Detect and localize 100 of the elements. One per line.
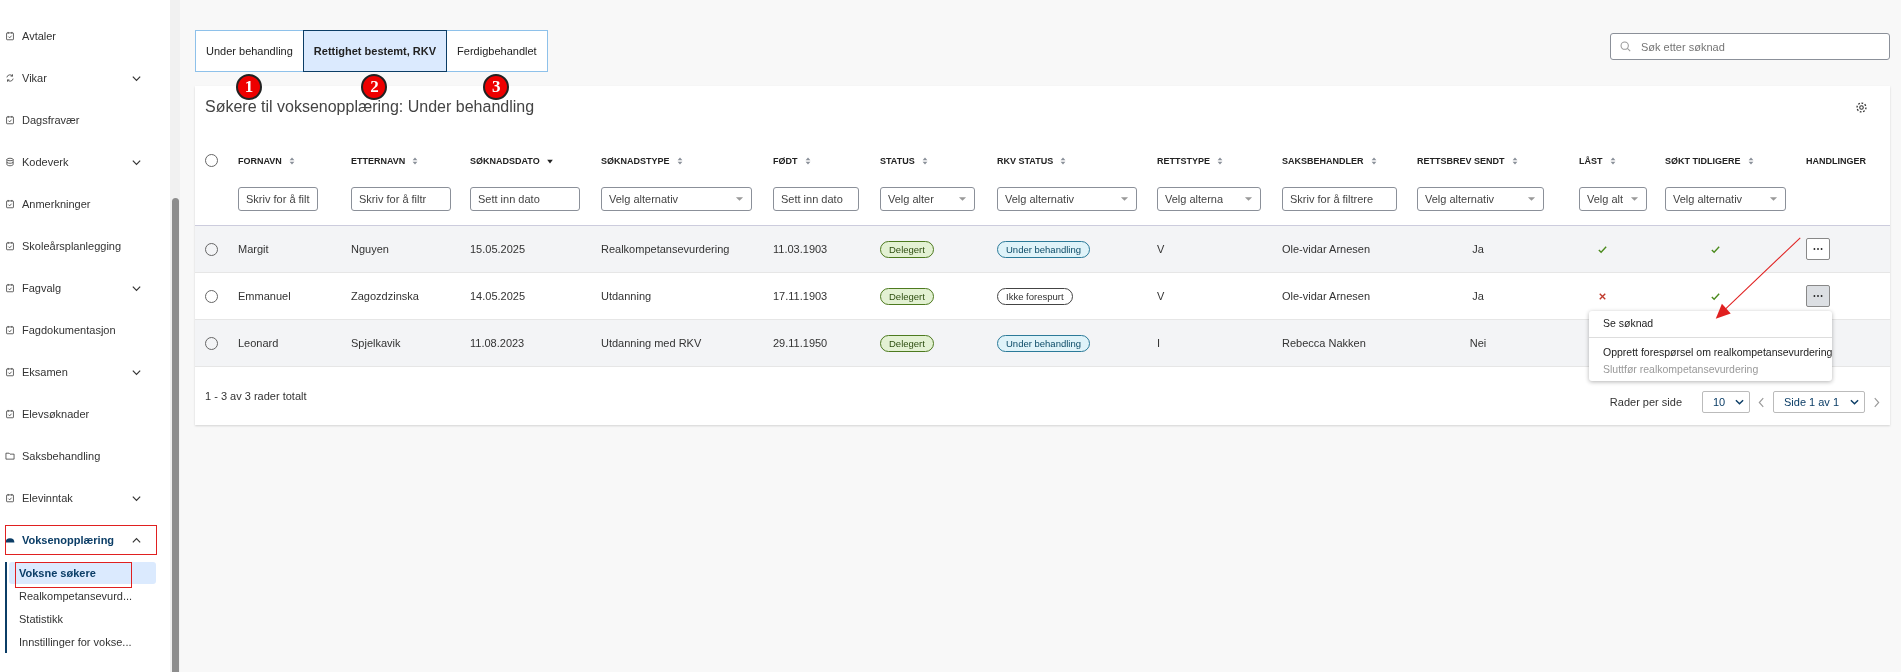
sort-icon[interactable]	[411, 156, 420, 166]
status-badge: Delegert	[880, 240, 934, 258]
dropdown-icon	[1244, 196, 1253, 202]
filter-field[interactable]: Skriv for å filtr	[351, 187, 451, 211]
nav-item[interactable]: Skoleårsplanlegging	[0, 225, 170, 267]
dropdown-icon	[1527, 196, 1536, 202]
column-header: SAKSBEHANDLER	[1282, 156, 1364, 166]
column-header: SØKT TIDLIGERE	[1665, 156, 1741, 166]
column-header: RETTSBREV SENDT	[1417, 156, 1505, 166]
filter-dropdown[interactable]: Velg alter	[880, 187, 975, 211]
table-title: Søkere til voksenopplæring: Under behandling	[205, 98, 535, 116]
nav-item[interactable]: Fagdokumentasjon	[0, 309, 170, 351]
sort-icon[interactable]	[1608, 156, 1617, 166]
table-cell: Ja	[1472, 243, 1484, 255]
sort-icon[interactable]	[675, 156, 684, 166]
more-icon	[1813, 247, 1823, 251]
nav-item[interactable]: Saksbehandling	[0, 435, 170, 477]
filter-dropdown[interactable]: Velg alternativ	[601, 187, 752, 211]
sort-icon[interactable]	[1369, 156, 1378, 166]
table-cell: Realkompetansevurdering	[601, 243, 730, 255]
step-marker: 3	[483, 74, 510, 100]
rows-per-page-select[interactable]: 10	[1702, 391, 1750, 413]
menu-item[interactable]: Se søknad	[1589, 313, 1832, 333]
table-cell: 29.11.1950	[773, 337, 828, 349]
next-page-icon[interactable]	[1873, 396, 1880, 408]
column-header: RKV STATUS	[997, 156, 1054, 166]
sort-icon[interactable]	[920, 156, 929, 166]
more-button[interactable]	[1806, 238, 1830, 260]
filter-dropdown[interactable]: Velg alterna	[1157, 187, 1261, 211]
table-cell: 11.08.2023	[470, 337, 525, 349]
column-header: SØKNADSDATO	[470, 156, 540, 166]
dropdown-icon	[1769, 196, 1778, 202]
nav-item[interactable]: Vikar	[0, 57, 170, 99]
status-badge: Ikke forespurt	[997, 287, 1073, 305]
table-cell: Ja	[1472, 290, 1484, 302]
sort-icon[interactable]	[287, 156, 296, 166]
column-header: STATUS	[880, 156, 915, 166]
status-badge: Under behandling	[997, 240, 1090, 258]
sort-icon[interactable]	[803, 156, 812, 166]
sort-icon[interactable]	[1216, 156, 1224, 166]
nav-item[interactable]: Voksenopplæring	[0, 519, 170, 561]
column-header: SØKNADSTYPE	[601, 156, 670, 166]
tab[interactable]: Under behandling	[195, 30, 304, 72]
nav-item[interactable]: Dagsfravær	[0, 99, 170, 141]
nav-item[interactable]: Anmerkninger	[0, 183, 170, 225]
filter-field[interactable]: Sett inn dato	[470, 187, 580, 211]
dropdown-icon	[1630, 196, 1639, 202]
filter-dropdown[interactable]: Velg alt	[1579, 187, 1647, 211]
refresh-icon	[5, 73, 15, 83]
nav-subitem[interactable]: Statistikk	[9, 608, 156, 630]
chevron-down-icon	[1735, 399, 1744, 405]
previous-page-icon[interactable]	[1758, 396, 1765, 408]
table-cell: Utdanning	[601, 290, 652, 302]
more-icon	[1813, 294, 1823, 298]
column-header: LÅST	[1579, 156, 1603, 166]
filter-field[interactable]: Sett inn dato	[773, 187, 859, 211]
table-cell: V	[1157, 243, 1165, 255]
calendar-icon	[5, 31, 15, 41]
table-cell: 15.05.2025	[470, 243, 526, 255]
table-cell: 11.03.1903	[773, 243, 828, 255]
filter-field[interactable]: Skriv for å filt	[238, 187, 318, 211]
filter-dropdown[interactable]: Velg alternativ	[1417, 187, 1544, 211]
table-cell: V	[1157, 290, 1165, 302]
chevron-down-icon	[1850, 399, 1859, 405]
table-cell: Utdanning med RKV	[601, 337, 702, 349]
filter-field[interactable]: Skriv for å filtrere	[1282, 187, 1397, 211]
filter-dropdown[interactable]: Velg alternativ	[997, 187, 1137, 211]
sort-icon[interactable]	[1059, 156, 1068, 166]
table-cell: Spjelkavik	[351, 337, 401, 349]
step-marker: 2	[361, 74, 388, 100]
nav-item[interactable]: Eksamen	[0, 351, 170, 393]
search-field[interactable]: Søk etter søknad	[1610, 33, 1890, 60]
sort-icon[interactable]	[1746, 156, 1755, 166]
column-header: HANDLINGER	[1806, 156, 1866, 166]
table-cell: 17.11.1903	[773, 290, 828, 302]
table-cell: 14.05.2025	[470, 290, 526, 302]
dropdown-icon	[1120, 196, 1129, 202]
column-header: FORNAVN	[238, 156, 282, 166]
nav-item[interactable]: Fagvalg	[0, 267, 170, 309]
nav-subitem[interactable]: Realkompetansevurd...	[9, 585, 156, 607]
search-icon	[1619, 40, 1632, 53]
nav-item[interactable]: Elevsøknader	[0, 393, 170, 435]
nav-subitem[interactable]: Voksne søkere	[9, 562, 156, 584]
scrollbar-thumb[interactable]	[172, 198, 179, 672]
tab[interactable]: Rettighet bestemt, RKV	[302, 30, 448, 72]
calendar-icon	[5, 241, 15, 251]
nav-item[interactable]: Avtaler	[0, 15, 170, 57]
more-button[interactable]	[1806, 285, 1830, 307]
settings-icon[interactable]	[1855, 100, 1868, 114]
column-header: FØDT	[773, 156, 798, 166]
sort-icon[interactable]	[1510, 156, 1519, 166]
nav-item[interactable]: Elevinntak	[0, 477, 170, 519]
nav-subitem[interactable]: Innstillinger for vokse...	[9, 631, 156, 653]
folder-icon	[5, 451, 15, 461]
filter-dropdown[interactable]: Velg alternativ	[1665, 187, 1786, 211]
nav-item[interactable]: Kodeverk	[0, 141, 170, 183]
row-count: 1 - 3 av 3 rader totalt	[205, 390, 307, 402]
table-cell: Margit	[238, 243, 269, 255]
page-select[interactable]: Side 1 av 1	[1773, 391, 1865, 413]
tab[interactable]: Ferdigbehandlet	[446, 30, 548, 72]
